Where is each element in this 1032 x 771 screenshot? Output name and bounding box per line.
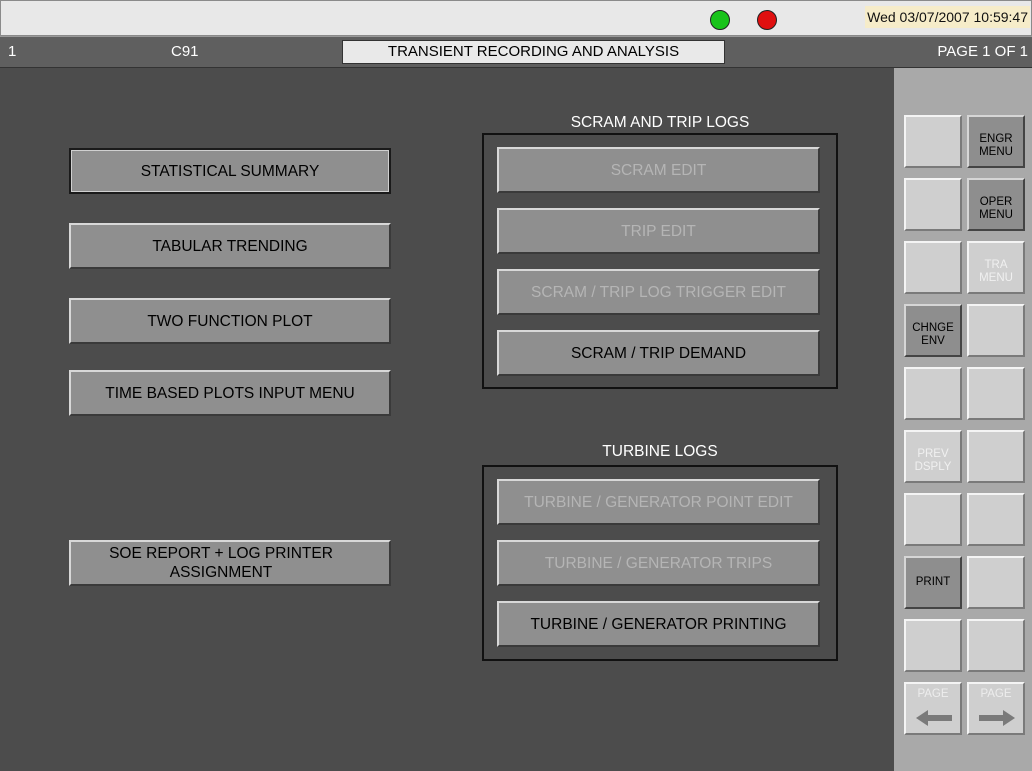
display-code: C91 xyxy=(171,43,199,60)
page-title: TRANSIENT RECORDING AND ANALYSIS xyxy=(342,40,725,64)
soft-key-blank-4[interactable] xyxy=(967,304,1025,357)
soft-key-blank-2[interactable] xyxy=(904,178,962,231)
soe-report-button[interactable]: SOE REPORT + LOG PRINTER ASSIGNMENT xyxy=(69,540,391,586)
soft-key-blank-7[interactable] xyxy=(967,430,1025,483)
turbine-generator-point-edit-button[interactable]: TURBINE / GENERATOR POINT EDIT xyxy=(497,479,820,525)
oper-menu-button[interactable]: OPER MENU xyxy=(967,178,1025,231)
soft-key-blank-12[interactable] xyxy=(967,619,1025,672)
soft-key-blank-3[interactable] xyxy=(904,241,962,294)
prev-display-button[interactable]: PREV DSPLY xyxy=(904,430,962,483)
scram-trip-log-trigger-edit-button[interactable]: SCRAM / TRIP LOG TRIGGER EDIT xyxy=(497,269,820,315)
red-status-indicator xyxy=(757,10,777,30)
turbine-generator-printing-button[interactable]: TURBINE / GENERATOR PRINTING xyxy=(497,601,820,647)
turbine-generator-trips-button[interactable]: TURBINE / GENERATOR TRIPS xyxy=(497,540,820,586)
soft-key-blank-11[interactable] xyxy=(904,619,962,672)
tra-menu-button[interactable]: TRA MENU xyxy=(967,241,1025,294)
status-bar: Wed 03/07/2007 10:59:47 xyxy=(0,0,1032,36)
time-based-plots-button[interactable]: TIME BASED PLOTS INPUT MENU xyxy=(69,370,391,416)
soft-key-panel: ENGR MENU OPER MENU TRA MENU CHNGE ENV P… xyxy=(894,68,1032,771)
print-button[interactable]: PRINT xyxy=(904,556,962,609)
turbine-logs-heading: TURBINE LOGS xyxy=(602,443,718,460)
soft-key-blank-6[interactable] xyxy=(967,367,1025,420)
statistical-summary-button[interactable]: STATISTICAL SUMMARY xyxy=(69,148,391,194)
page-forward-button[interactable]: PAGE xyxy=(967,682,1025,735)
main-panel: STATISTICAL SUMMARY TABULAR TRENDING TWO… xyxy=(0,68,894,771)
tabular-trending-button[interactable]: TABULAR TRENDING xyxy=(69,223,391,269)
green-status-indicator xyxy=(710,10,730,30)
datetime-display: Wed 03/07/2007 10:59:47 xyxy=(865,6,1030,28)
soft-key-blank-10[interactable] xyxy=(967,556,1025,609)
trip-edit-button[interactable]: TRIP EDIT xyxy=(497,208,820,254)
soft-key-blank-8[interactable] xyxy=(904,493,962,546)
engr-menu-button[interactable]: ENGR MENU xyxy=(967,115,1025,168)
two-function-plot-button[interactable]: TWO FUNCTION PLOT xyxy=(69,298,391,344)
soft-key-blank-5[interactable] xyxy=(904,367,962,420)
left-arrow-icon xyxy=(916,710,952,726)
change-env-button[interactable]: CHNGE ENV xyxy=(904,304,962,357)
unit-number: 1 xyxy=(8,43,17,60)
page-back-button[interactable]: PAGE xyxy=(904,682,962,735)
page-indicator: PAGE 1 OF 1 xyxy=(937,43,1028,60)
title-bar: 1 C91 TRANSIENT RECORDING AND ANALYSIS P… xyxy=(0,36,1032,69)
soft-key-blank-1[interactable] xyxy=(904,115,962,168)
scram-edit-button[interactable]: SCRAM EDIT xyxy=(497,147,820,193)
scram-trip-logs-heading: SCRAM AND TRIP LOGS xyxy=(570,114,750,131)
soft-key-blank-9[interactable] xyxy=(967,493,1025,546)
right-arrow-icon xyxy=(979,710,1015,726)
scram-trip-demand-button[interactable]: SCRAM / TRIP DEMAND xyxy=(497,330,820,376)
